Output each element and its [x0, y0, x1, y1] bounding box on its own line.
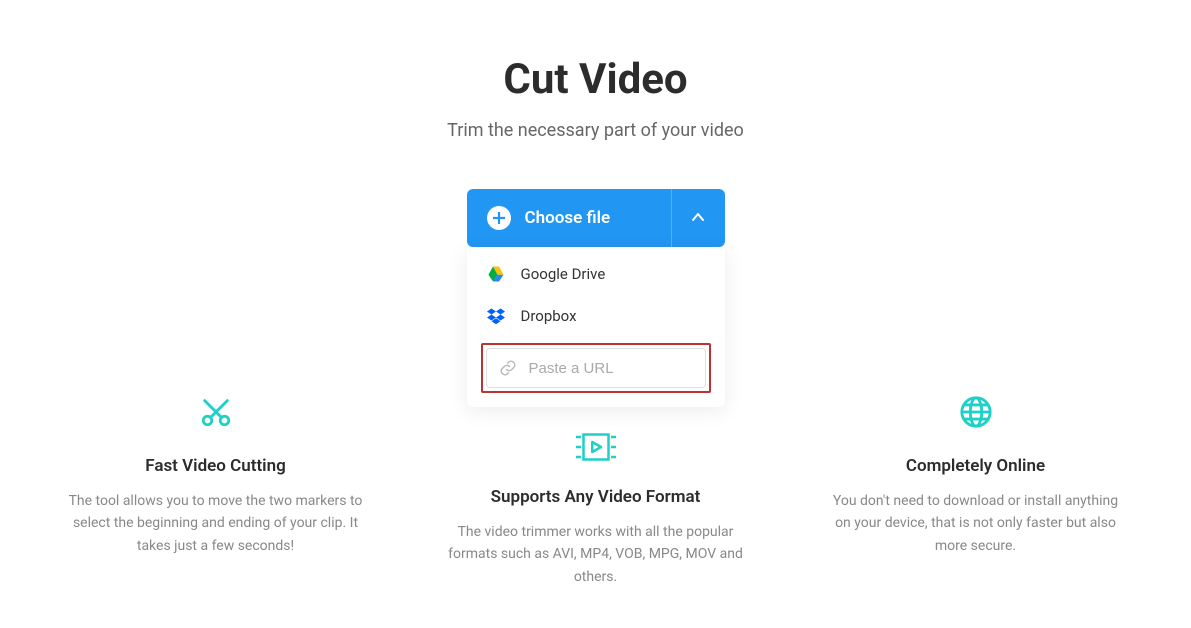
upload-widget: Choose file Google Drive	[467, 189, 725, 407]
feature-title: Completely Online	[906, 456, 1045, 476]
plus-icon	[487, 206, 511, 230]
feature-title: Fast Video Cutting	[145, 456, 286, 476]
feature-video-format: Supports Any Video Format The video trim…	[446, 392, 746, 588]
page-subtitle: Trim the necessary part of your video	[447, 120, 744, 141]
link-icon	[499, 359, 517, 377]
dropdown-toggle[interactable]	[671, 189, 725, 247]
feature-description: You don't need to download or install an…	[826, 490, 1126, 557]
feature-online: Completely Online You don't need to down…	[826, 392, 1126, 588]
scissors-icon	[196, 392, 236, 432]
choose-file-main[interactable]: Choose file	[467, 189, 671, 247]
feature-fast-cutting: Fast Video Cutting The tool allows you t…	[66, 392, 366, 588]
dropbox-icon	[487, 307, 505, 325]
features-row: Fast Video Cutting The tool allows you t…	[66, 392, 1126, 588]
play-reel-icon	[576, 427, 616, 467]
feature-title: Supports Any Video Format	[491, 487, 701, 507]
feature-description: The tool allows you to move the two mark…	[66, 490, 366, 557]
upload-dropdown: Google Drive Dropbox	[467, 247, 725, 407]
page-title: Cut Video	[503, 55, 687, 104]
dropdown-item-dropbox[interactable]: Dropbox	[467, 295, 725, 337]
feature-description: The video trimmer works with all the pop…	[446, 521, 746, 588]
dropdown-item-label: Dropbox	[521, 307, 577, 325]
url-input-highlight	[481, 343, 711, 393]
globe-icon	[956, 392, 996, 432]
choose-file-button[interactable]: Choose file	[467, 189, 725, 247]
google-drive-icon	[487, 265, 505, 283]
url-input[interactable]	[529, 360, 728, 377]
chevron-up-icon	[691, 209, 705, 228]
dropdown-item-google-drive[interactable]: Google Drive	[467, 253, 725, 295]
choose-file-label: Choose file	[525, 208, 611, 228]
url-input-container[interactable]	[486, 348, 706, 388]
dropdown-item-label: Google Drive	[521, 265, 606, 283]
